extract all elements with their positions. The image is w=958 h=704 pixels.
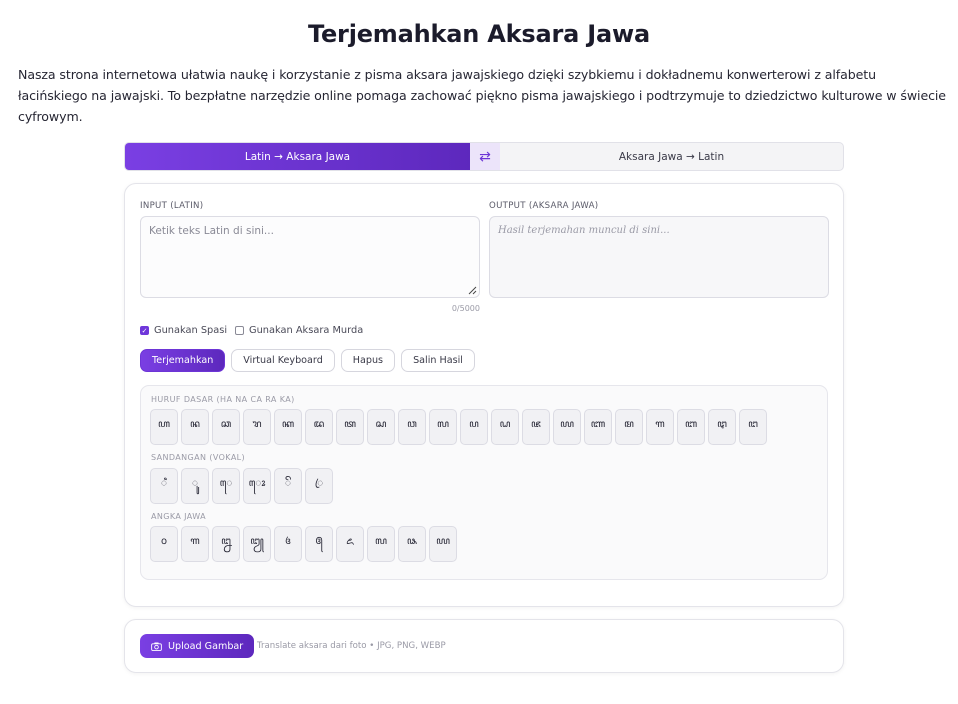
murda-checkbox[interactable] (235, 326, 244, 335)
aksara-dasar-key[interactable]: ꦔ (739, 409, 767, 445)
dasar-key-row: ꦲꦤꦕꦫꦏꦢꦠꦱꦮꦭꦥꦝꦗꦪꦚꦩꦒꦧꦛꦔ (150, 409, 767, 445)
aksara-dasar-key[interactable]: ꦚ (584, 409, 612, 445)
mode-latin-to-jawa-tab[interactable]: Latin → Aksara Jawa (125, 143, 470, 170)
aksara-dasar-key[interactable]: ꦲ (150, 409, 178, 445)
input-placeholder: Ketik teks Latin di sini... (149, 225, 274, 237)
option-murda[interactable]: Gunakan Aksara Murda (235, 325, 363, 336)
output-label: OUTPUT (AKSARA JAWA) (489, 201, 599, 211)
aksara-dasar-key[interactable]: ꦭ (429, 409, 457, 445)
swap-direction-icon[interactable]: ⇄ (470, 143, 500, 170)
mode-jawa-to-latin-tab[interactable]: Aksara Jawa → Latin (500, 143, 843, 170)
dasar-section-title: HURUF DASAR (HA NA CA RA KA) (151, 395, 295, 404)
aksara-dasar-key[interactable]: ꦱ (367, 409, 395, 445)
action-buttons: Terjemahkan Virtual Keyboard Hapus Salin… (140, 349, 475, 372)
angka-jawa-key[interactable]: ꧓ (243, 526, 271, 562)
aksara-dasar-key[interactable]: ꦪ (553, 409, 581, 445)
angka-jawa-key[interactable]: ꧘ (398, 526, 426, 562)
sandangan-key[interactable]: ꦸ (181, 468, 209, 504)
angka-jawa-key[interactable]: ꧙ (429, 526, 457, 562)
angka-jawa-key[interactable]: ꧒ (212, 526, 240, 562)
murda-label: Gunakan Aksara Murda (249, 325, 364, 336)
aksara-dasar-key[interactable]: ꦕ (212, 409, 240, 445)
page-title: Terjemahkan Aksara Jawa (308, 20, 650, 48)
option-spasi[interactable]: ✓ Gunakan Spasi (140, 325, 227, 336)
angka-section-title: ANGKA JAWA (151, 512, 206, 521)
spasi-checkbox[interactable]: ✓ (140, 326, 149, 335)
camera-icon (151, 642, 162, 651)
aksara-dasar-key[interactable]: ꦗ (522, 409, 550, 445)
resize-handle-icon[interactable] (467, 285, 477, 295)
aksara-dasar-key[interactable]: ꦥ (460, 409, 488, 445)
angka-jawa-key[interactable]: ꧕ (305, 526, 333, 562)
angka-jawa-key[interactable]: ꧐ (150, 526, 178, 562)
input-label: INPUT (LATIN) (140, 201, 204, 211)
sandangan-key[interactable]: ꦶ (150, 468, 178, 504)
aksara-dasar-key[interactable]: ꦛ (708, 409, 736, 445)
upload-button-label: Upload Gambar (168, 640, 244, 652)
angka-jawa-key[interactable]: ꧔ (274, 526, 302, 562)
virtual-keyboard-panel: HURUF DASAR (HA NA CA RA KA) ꦲꦤꦕꦫꦏꦢꦠꦱꦮꦭꦥ… (140, 385, 828, 580)
aksara-dasar-key[interactable]: ꦧ (677, 409, 705, 445)
aksara-dasar-key[interactable]: ꦝ (491, 409, 519, 445)
mode-switcher: Latin → Aksara Jawa ⇄ Aksara Jawa → Lati… (124, 142, 844, 171)
jawa-output-box[interactable]: Hasil terjemahan muncul di sini... (489, 216, 829, 298)
spasi-label: Gunakan Spasi (154, 325, 228, 336)
upload-hint: Translate aksara dari foto • JPG, PNG, W… (257, 641, 446, 651)
angka-key-row: ꧐꧑꧒꧓꧔꧕꧖꧗꧘꧙ (150, 526, 457, 562)
clear-button[interactable]: Hapus (340, 349, 396, 372)
char-counter: 0/5000 (451, 304, 480, 313)
sandangan-key[interactable]: ꦺꦴ (243, 468, 271, 504)
aksara-dasar-key[interactable]: ꦤ (181, 409, 209, 445)
sandangan-key[interactable]: ꦿ (305, 468, 333, 504)
aksara-dasar-key[interactable]: ꦩ (615, 409, 643, 445)
sandangan-key[interactable]: ꦺ (212, 468, 240, 504)
aksara-dasar-key[interactable]: ꦒ (646, 409, 674, 445)
aksara-dasar-key[interactable]: ꦮ (398, 409, 426, 445)
aksara-dasar-key[interactable]: ꦫ (243, 409, 271, 445)
intro-paragraph: Nasza strona internetowa ułatwia naukę i… (18, 67, 946, 124)
angka-jawa-key[interactable]: ꧖ (336, 526, 364, 562)
virtual-keyboard-button[interactable]: Virtual Keyboard (231, 349, 335, 372)
aksara-dasar-key[interactable]: ꦠ (336, 409, 364, 445)
aksara-dasar-key[interactable]: ꦏ (274, 409, 302, 445)
angka-jawa-key[interactable]: ꧑ (181, 526, 209, 562)
translator-card: INPUT (LATIN) OUTPUT (AKSARA JAWA) Ketik… (124, 183, 844, 607)
latin-input-textarea[interactable]: Ketik teks Latin di sini... (140, 216, 480, 298)
aksara-dasar-key[interactable]: ꦢ (305, 409, 333, 445)
sandangan-key-row: ꦶꦸꦺꦺꦴꦼꦿ (150, 468, 333, 504)
sandangan-key[interactable]: ꦼ (274, 468, 302, 504)
upload-image-button[interactable]: Upload Gambar (140, 634, 255, 658)
output-placeholder: Hasil terjemahan muncul di sini... (498, 225, 670, 236)
sandangan-section-title: SANDANGAN (VOKAL) (151, 453, 246, 462)
upload-card: Upload Gambar Translate aksara dari foto… (124, 619, 844, 673)
copy-result-button[interactable]: Salin Hasil (401, 349, 475, 372)
angka-jawa-key[interactable]: ꧗ (367, 526, 395, 562)
translate-button[interactable]: Terjemahkan (140, 349, 226, 372)
